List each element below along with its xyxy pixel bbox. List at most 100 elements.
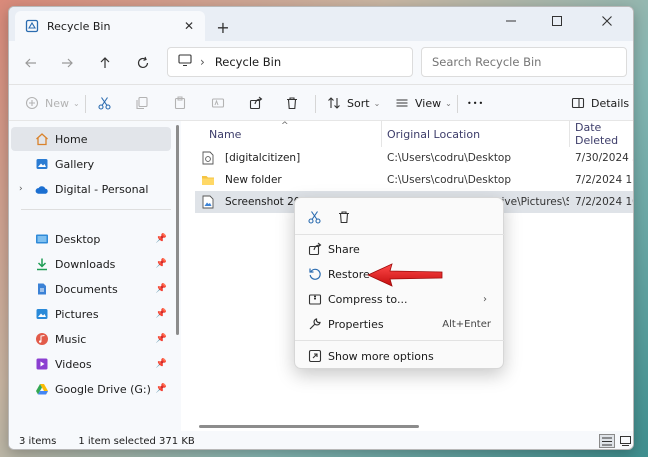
toolbar-divider (85, 95, 86, 113)
table-row[interactable]: [digitalcitizen] C:\Users\codru\Desktop … (195, 147, 633, 169)
copy-button[interactable] (133, 91, 155, 115)
sidebar-item-gallery[interactable]: Gallery (11, 152, 171, 176)
documents-icon (35, 282, 49, 296)
refresh-button[interactable] (129, 49, 157, 77)
sort-label: Sort (347, 96, 370, 110)
menu-item-label: Properties (328, 317, 384, 331)
tab-recycle-bin[interactable]: Recycle Bin ✕ (15, 11, 205, 41)
share-button[interactable] (247, 91, 269, 115)
sidebar-scrollbar[interactable] (176, 125, 179, 335)
column-divider[interactable] (381, 121, 382, 147)
shortcut-file-icon (201, 151, 215, 165)
chevron-down-icon: ⌄ (73, 98, 80, 108)
sidebar-item-pictures[interactable]: Pictures 📌 (11, 302, 171, 326)
column-header-date-deleted[interactable]: Date Deleted (575, 121, 633, 147)
up-button[interactable] (91, 49, 119, 77)
new-button[interactable]: New ⌄ (23, 91, 80, 115)
pin-icon[interactable]: 📌 (156, 234, 167, 244)
column-header-original-location[interactable]: Original Location (387, 121, 480, 147)
sidebar-divider (21, 209, 171, 210)
menu-item-label: Share (328, 242, 360, 256)
maximize-button[interactable] (535, 7, 579, 35)
google-drive-icon (35, 382, 49, 396)
view-list-icon (393, 94, 411, 112)
minimize-button[interactable] (489, 7, 533, 35)
menu-item-share[interactable]: Share (299, 237, 501, 261)
folder-icon (201, 173, 215, 187)
details-pane-button[interactable]: Details (569, 91, 629, 115)
table-row[interactable]: New folder C:\Users\codru\Desktop 7/2/20… (195, 169, 633, 191)
close-tab-icon[interactable]: ✕ (179, 16, 199, 36)
share-icon (307, 241, 323, 257)
tiles-view-button[interactable] (617, 434, 633, 448)
pin-icon[interactable]: 📌 (156, 284, 167, 294)
copy-icon (133, 94, 151, 112)
more-options-button[interactable]: ••• (467, 91, 484, 115)
menu-item-label: Show more options (328, 349, 434, 363)
details-view-button[interactable] (599, 434, 615, 448)
menu-item-show-more-options[interactable]: Show more options (299, 344, 501, 368)
sidebar-item-label: Home (55, 132, 88, 146)
tiles-view-icon (619, 436, 631, 446)
pin-icon[interactable]: 📌 (156, 309, 167, 319)
home-icon (35, 132, 49, 146)
breadcrumb[interactable]: Recycle Bin (215, 55, 281, 69)
search-box[interactable] (421, 47, 627, 77)
sidebar-item-downloads[interactable]: Downloads 📌 (11, 252, 171, 276)
chevron-right-icon: › (483, 293, 487, 305)
sidebar-item-label: Gallery (55, 157, 95, 171)
address-bar[interactable]: › Recycle Bin (167, 47, 413, 77)
file-location: C:\Users\codru\Desktop (387, 152, 512, 164)
sidebar-item-label: Downloads (55, 257, 116, 271)
rename-button[interactable] (209, 91, 231, 115)
context-cut-button[interactable] (303, 206, 325, 228)
chevron-right-icon: › (200, 55, 205, 69)
details-pane-icon (569, 94, 587, 112)
horizontal-scrollbar[interactable] (199, 425, 419, 428)
view-button[interactable]: View ⌄ (393, 91, 452, 115)
sidebar-item-label: Music (55, 332, 87, 346)
menu-item-compress[interactable]: Compress to... › (299, 287, 501, 311)
delete-button[interactable] (283, 91, 305, 115)
sidebar-item-music[interactable]: Music 📌 (11, 327, 171, 351)
paste-button[interactable] (171, 91, 193, 115)
show-more-icon (307, 348, 323, 364)
chevron-right-icon[interactable]: › (19, 184, 23, 194)
back-button[interactable] (17, 49, 45, 77)
sort-ascending-indicator-icon: ^ (281, 121, 289, 131)
sidebar-item-label: Google Drive (G:) (55, 382, 151, 396)
close-window-button[interactable] (585, 7, 629, 35)
context-delete-button[interactable] (333, 206, 355, 228)
trash-icon (283, 94, 301, 112)
sidebar-item-digital-personal[interactable]: › Digital - Personal (11, 177, 171, 201)
address-row: › Recycle Bin (9, 41, 633, 85)
gallery-icon (35, 157, 49, 171)
title-bar: Recycle Bin ✕ + (9, 7, 633, 41)
menu-item-shortcut: Alt+Enter (442, 318, 491, 330)
view-label: View (415, 96, 442, 110)
monitor-icon (178, 54, 192, 70)
pin-icon[interactable]: 📌 (156, 259, 167, 269)
file-date-deleted: 7/2/2024 11:12 AM (575, 174, 633, 186)
toolbar-divider (457, 95, 458, 113)
search-input[interactable] (432, 55, 622, 69)
new-tab-button[interactable]: + (212, 16, 234, 38)
sort-button[interactable]: Sort ⌄ (325, 91, 380, 115)
sidebar-item-desktop[interactable]: Desktop 📌 (11, 227, 171, 251)
sidebar-item-videos[interactable]: Videos 📌 (11, 352, 171, 376)
pin-icon[interactable]: 📌 (156, 359, 167, 369)
sidebar-item-google-drive[interactable]: Google Drive (G:) 📌 (11, 377, 171, 401)
sidebar-item-documents[interactable]: Documents 📌 (11, 277, 171, 301)
menu-item-properties[interactable]: Properties Alt+Enter (299, 312, 501, 336)
forward-button[interactable] (53, 49, 81, 77)
restore-icon (307, 266, 323, 282)
cut-button[interactable] (95, 91, 117, 115)
menu-divider (295, 234, 505, 235)
context-quick-actions (295, 198, 505, 234)
column-header-name[interactable]: Name (209, 121, 241, 147)
sidebar-item-home[interactable]: Home (11, 127, 171, 151)
pin-icon[interactable]: 📌 (156, 334, 167, 344)
pin-icon[interactable]: 📌 (156, 384, 167, 394)
column-divider[interactable] (569, 121, 570, 147)
recycle-bin-icon (25, 19, 39, 33)
